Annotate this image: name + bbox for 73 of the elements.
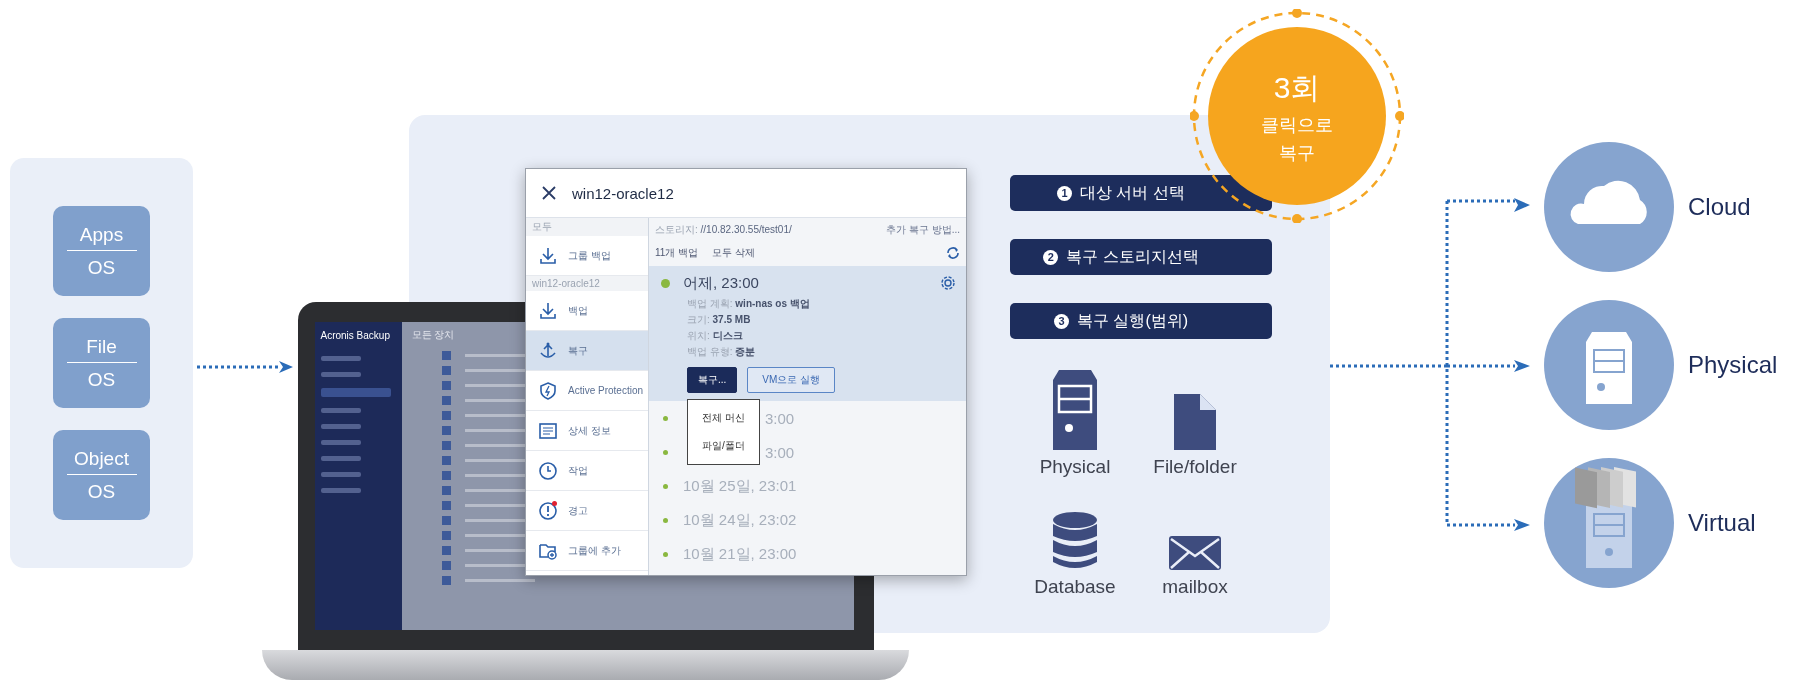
menu-placeholder <box>320 488 361 493</box>
menu-placeholder <box>320 456 361 461</box>
more-recovery-link[interactable]: 추가 복구 방법... <box>886 223 960 237</box>
nav-item[interactable]: 작업 <box>526 451 648 491</box>
run-vm-button[interactable]: VM으로 실행 <box>747 367 836 393</box>
type-label: mailbox <box>1162 576 1228 598</box>
menu-placeholder <box>320 388 391 397</box>
card-label: File <box>66 335 137 363</box>
refresh-icon[interactable] <box>946 246 960 260</box>
step-number: 2 <box>1043 249 1059 265</box>
backup-time[interactable]: 어제, 23:00 <box>683 273 759 293</box>
detail-text: 위치: 디스크 <box>687 329 744 343</box>
menu-placeholder <box>320 372 361 377</box>
timeline-dot <box>663 415 668 421</box>
menu-item[interactable]: 전체 머신 <box>688 404 759 432</box>
timeline-dot <box>663 551 668 557</box>
type-label: File/folder <box>1153 456 1237 478</box>
shield-icon <box>538 380 558 401</box>
database-icon <box>1053 512 1097 570</box>
text-placeholder <box>464 579 535 582</box>
download-icon <box>538 245 558 266</box>
warning-icon <box>538 500 558 521</box>
timeline-dot <box>661 278 670 288</box>
nav-item[interactable]: Active Protection <box>526 371 648 411</box>
nav-item[interactable]: 복구 <box>526 331 648 371</box>
timeline-dot <box>663 517 668 523</box>
timeline-dot <box>663 449 668 455</box>
page-header: 모든 장치 <box>411 328 455 342</box>
storage-path: 스토리지: //10.82.30.55/test01/ <box>655 223 792 237</box>
menu-placeholder <box>320 440 361 445</box>
card-label: OS <box>87 367 116 391</box>
menu-item[interactable]: 파일/폴더 <box>688 432 759 460</box>
menu-placeholder <box>320 356 361 361</box>
card-label: OS <box>87 255 116 279</box>
menu-placeholder <box>320 472 361 477</box>
nav-item[interactable]: 그룹에 추가 <box>526 531 648 571</box>
server-icon <box>1053 370 1097 450</box>
card-label: Apps <box>66 223 137 251</box>
virtual-server-icon <box>1544 458 1674 588</box>
settings-icon[interactable] <box>940 275 956 291</box>
type-label: Physical <box>1039 456 1111 478</box>
server-icon <box>1544 300 1674 430</box>
card-label: OS <box>87 479 116 503</box>
file-icon <box>1174 394 1216 450</box>
menu-placeholder <box>320 408 361 413</box>
section-label: 모두 <box>526 218 648 236</box>
target-label: Physical <box>1688 351 1778 379</box>
recover-button[interactable]: 복구... <box>687 367 738 393</box>
nav-item[interactable]: 상세 정보 <box>526 411 648 451</box>
section-label: win12-oracle12 <box>526 276 648 291</box>
step-banner: 1 대상 서버 선택 <box>1010 175 1272 211</box>
app-logo: Acronis Backup <box>320 330 391 341</box>
cloud-icon <box>1544 142 1674 272</box>
envelope-icon <box>1169 536 1221 570</box>
download-icon <box>538 300 558 321</box>
target-label: Virtual <box>1688 509 1756 537</box>
clock-icon <box>538 460 558 481</box>
document-icon <box>538 420 558 441</box>
click-count-badge: 3회 클릭으로 복구 <box>1208 27 1386 205</box>
backup-count: 11개 백업 <box>655 246 699 260</box>
nav-item[interactable]: 경고 <box>526 491 648 531</box>
target-label: Cloud <box>1688 193 1751 221</box>
window-title: win12-oracle12 <box>572 184 674 202</box>
timeline-dot <box>663 483 668 489</box>
close-icon[interactable] <box>542 186 556 200</box>
step-banner: 2 복구 스토리지선택 <box>1010 239 1272 275</box>
step-number: 3 <box>1053 313 1069 329</box>
step-banner: 3 복구 실행(범위) <box>1010 303 1272 339</box>
delete-all-link[interactable]: 모두 삭제 <box>712 246 755 260</box>
card-label: Object <box>66 447 137 475</box>
step-number: 1 <box>1057 185 1073 201</box>
menu-placeholder <box>320 424 361 429</box>
type-label: Database <box>1034 576 1116 598</box>
